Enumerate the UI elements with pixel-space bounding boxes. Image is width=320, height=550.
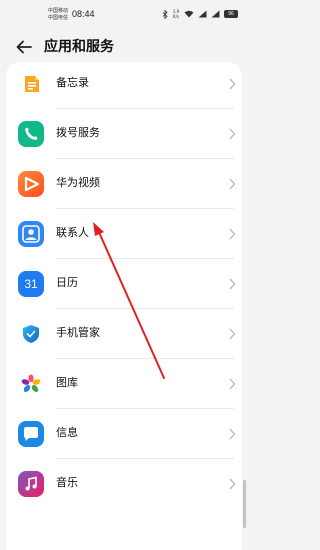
scrollbar[interactable] bbox=[243, 480, 246, 528]
signal-icon bbox=[198, 10, 207, 18]
top-app-bar: 应用和服务 bbox=[0, 32, 250, 62]
chevron-right-icon bbox=[229, 378, 236, 390]
calendar-icon: 31 bbox=[18, 271, 44, 297]
carrier-1: 中国移动 bbox=[48, 8, 69, 14]
list-item-phone-manager[interactable]: 手机管家 bbox=[6, 309, 242, 359]
net-speed: 3.9 K/s bbox=[172, 9, 180, 19]
signal-2-icon bbox=[211, 10, 220, 18]
list-item-label: 音乐 bbox=[56, 476, 78, 489]
bluetooth-icon bbox=[162, 9, 168, 19]
status-time: 08:44 bbox=[72, 9, 95, 19]
status-icons: 3.9 K/s 96 bbox=[162, 9, 238, 19]
contacts-icon bbox=[18, 221, 44, 247]
list-item-gallery[interactable]: 图库 bbox=[6, 359, 242, 409]
memo-icon bbox=[18, 71, 44, 97]
list-item-messages[interactable]: 信息 bbox=[6, 409, 242, 459]
phone-icon bbox=[18, 121, 44, 147]
list-item-label: 手机管家 bbox=[56, 326, 100, 339]
list-item-label: 图库 bbox=[56, 376, 78, 389]
chevron-right-icon bbox=[229, 278, 236, 290]
list-item-contacts[interactable]: 联系人 bbox=[6, 209, 242, 259]
chevron-right-icon bbox=[229, 228, 236, 240]
shield-icon bbox=[18, 321, 44, 347]
list-item-label: 日历 bbox=[56, 276, 78, 289]
battery-level: 96 bbox=[228, 11, 234, 17]
chevron-right-icon bbox=[229, 328, 236, 340]
video-icon bbox=[18, 171, 44, 197]
list-item-huawei-video[interactable]: 华为视频 bbox=[6, 159, 242, 209]
list-item-dialer[interactable]: 拨号服务 bbox=[6, 109, 242, 159]
chevron-right-icon bbox=[229, 428, 236, 440]
list-item-label: 信息 bbox=[56, 426, 78, 439]
list-item-label: 华为视频 bbox=[56, 176, 100, 189]
status-bar: 中国移动 中国电信 08:44 3.9 K/s 96 bbox=[0, 0, 250, 30]
chevron-right-icon bbox=[229, 178, 236, 190]
chevron-right-icon bbox=[229, 78, 236, 90]
apps-list-card: 备忘录 拨号服务 华为视频 联系人 31 日历 手机管家 图库 信息 音乐 bbox=[6, 62, 242, 550]
music-icon bbox=[18, 471, 44, 497]
page-title: 应用和服务 bbox=[44, 39, 114, 55]
list-item-label: 备忘录 bbox=[56, 76, 89, 89]
list-item-memo[interactable]: 备忘录 bbox=[6, 59, 242, 109]
messages-icon bbox=[18, 421, 44, 447]
list-item-label: 联系人 bbox=[56, 226, 89, 239]
chevron-right-icon bbox=[229, 128, 236, 140]
wifi-icon bbox=[184, 10, 194, 18]
list-item-calendar[interactable]: 31 日历 bbox=[6, 259, 242, 309]
chevron-right-icon bbox=[229, 478, 236, 490]
gallery-icon bbox=[18, 371, 44, 397]
back-button[interactable] bbox=[14, 37, 34, 57]
net-speed-unit: K/s bbox=[172, 14, 180, 19]
battery-icon: 96 bbox=[224, 10, 238, 18]
list-item-label: 拨号服务 bbox=[56, 126, 100, 139]
carrier-names: 中国移动 中国电信 bbox=[48, 8, 70, 22]
list-item-music[interactable]: 音乐 bbox=[6, 459, 242, 509]
carrier-2: 中国电信 bbox=[48, 15, 69, 21]
back-arrow-icon bbox=[16, 40, 32, 54]
calendar-icon-text: 31 bbox=[24, 277, 38, 291]
